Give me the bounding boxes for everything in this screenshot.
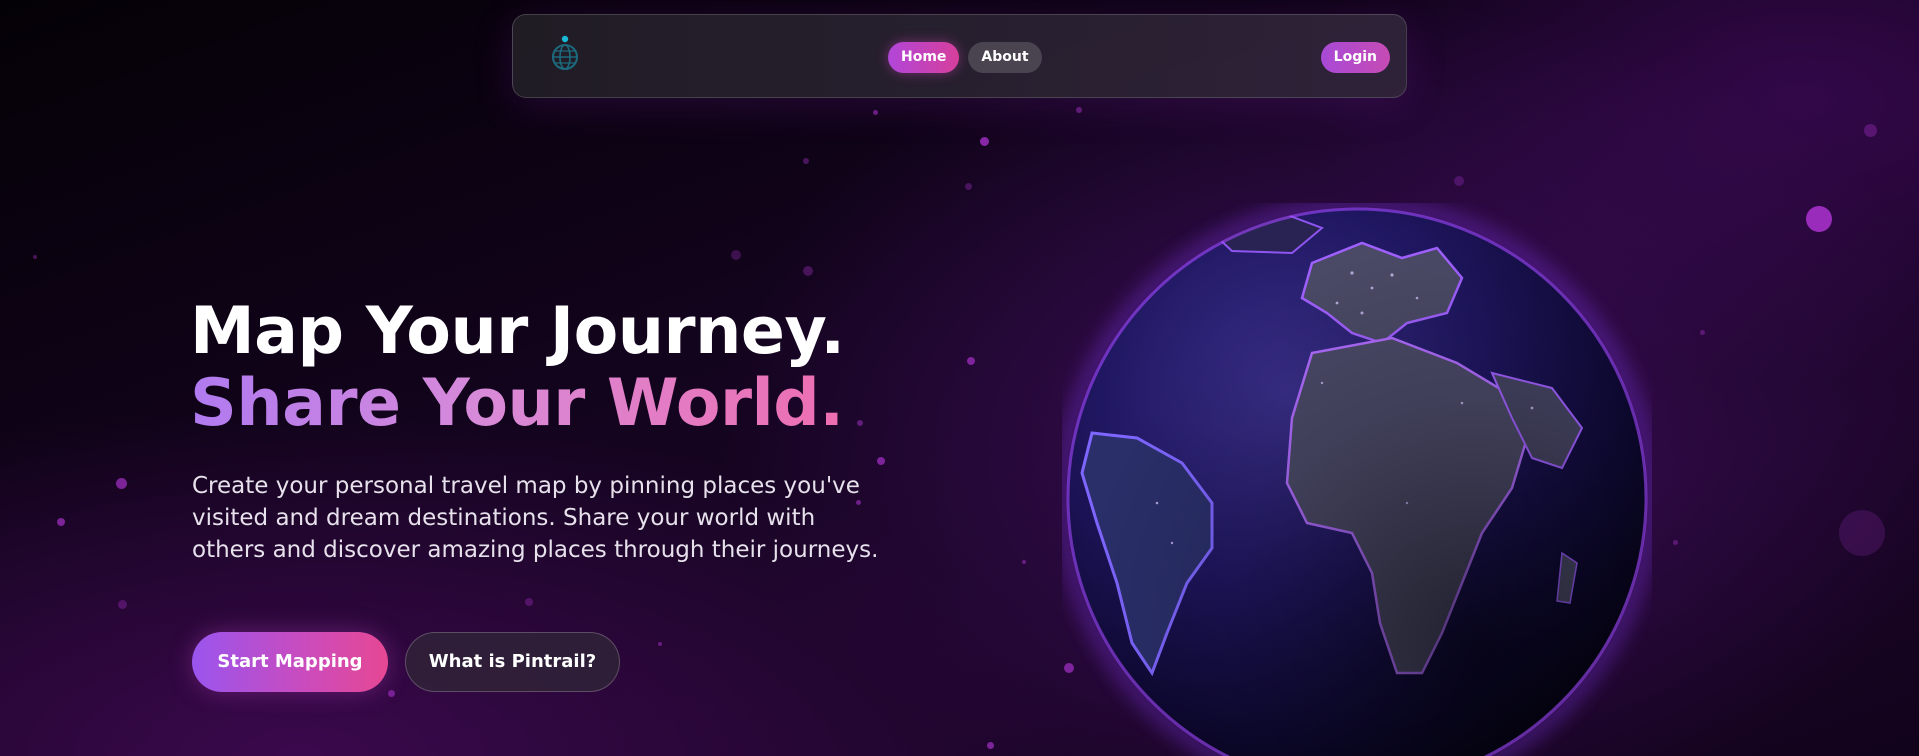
particle [980, 137, 989, 146]
particle [118, 600, 127, 609]
particle [116, 478, 127, 489]
login-button[interactable]: Login [1320, 42, 1390, 73]
start-mapping-button[interactable]: Start Mapping [192, 632, 388, 692]
particle [857, 420, 863, 426]
particle [57, 518, 65, 526]
earth-globe-illustration [1062, 203, 1652, 756]
nav-about-link[interactable]: About [968, 42, 1042, 73]
what-is-pintrail-button[interactable]: What is Pintrail? [405, 632, 620, 692]
particle [731, 250, 741, 260]
particle [965, 183, 972, 190]
particle [525, 598, 533, 606]
particle [967, 357, 975, 365]
nav-links: Home About [888, 42, 1042, 73]
globe-pin-icon[interactable] [547, 33, 583, 81]
hero-title-line-1: Map Your Journey. [190, 294, 845, 369]
particle [803, 266, 813, 276]
particle [1700, 330, 1705, 335]
particle [658, 642, 662, 646]
particle [1076, 107, 1082, 113]
particle [388, 690, 395, 697]
particle [1454, 176, 1464, 186]
nav-home-link[interactable]: Home [888, 42, 960, 73]
particle [873, 110, 878, 115]
hero-title: Map Your Journey. Share Your World. [190, 296, 845, 440]
page-background: Home About Login Map Your Journey. Share… [0, 0, 1919, 756]
particle [1839, 510, 1885, 556]
hero-description: Create your personal travel map by pinni… [192, 473, 879, 563]
top-navbar: Home About Login [512, 14, 1407, 98]
particle [1673, 540, 1678, 545]
particle [33, 255, 37, 259]
particle [987, 742, 994, 749]
particle [877, 457, 885, 465]
hero-title-line-2: Share Your World. [190, 366, 844, 441]
particle [1022, 560, 1026, 564]
particle [1864, 124, 1877, 137]
particle [1806, 206, 1832, 232]
particle [803, 158, 809, 164]
